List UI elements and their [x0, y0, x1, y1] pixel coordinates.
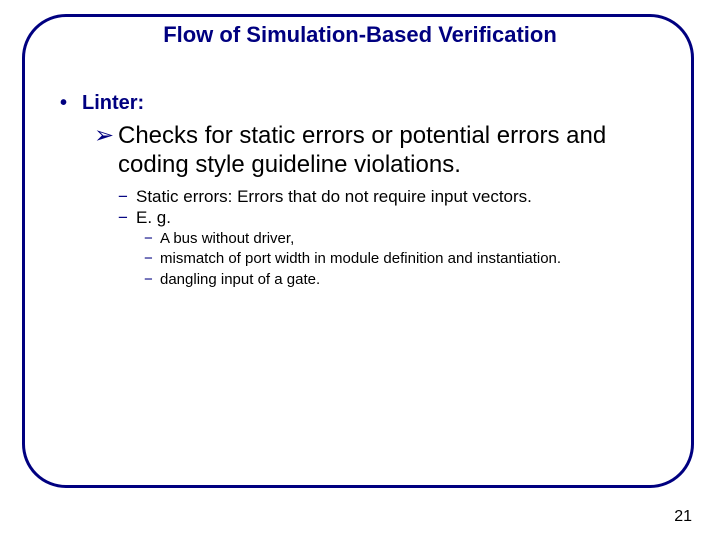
bullet-text: Static errors: Errors that do not requir…	[136, 186, 676, 208]
dash-icon: −	[118, 207, 136, 229]
bullet-port-mismatch: −mismatch of port width in module defini…	[144, 249, 680, 269]
bullet-text: mismatch of port width in module definit…	[160, 249, 680, 269]
bullet-checks: ➢Checks for static errors or potential e…	[94, 121, 680, 180]
dash-icon: −	[144, 270, 160, 290]
bullet-dangling-input: −dangling input of a gate.	[144, 270, 680, 290]
dash-icon: −	[118, 186, 136, 208]
bullet-linter: •Linter:	[60, 92, 680, 115]
bullet-text: Checks for static errors or potential er…	[118, 121, 658, 180]
slide-content: •Linter: ➢Checks for static errors or po…	[60, 92, 680, 290]
bullet-static-errors: −Static errors: Errors that do not requi…	[118, 186, 680, 208]
arrow-icon: ➢	[94, 121, 118, 150]
bullet-text: A bus without driver,	[160, 229, 680, 249]
bullet-text: E. g.	[136, 207, 676, 229]
bullet-eg: −E. g.	[118, 207, 680, 229]
dash-icon: −	[144, 229, 160, 249]
slide-title: Flow of Simulation-Based Verification	[0, 22, 720, 48]
page-number: 21	[674, 508, 692, 526]
bullet-text: dangling input of a gate.	[160, 270, 680, 290]
bullet-text: Linter:	[82, 92, 144, 114]
dash-icon: −	[144, 249, 160, 269]
bullet-marker: •	[60, 92, 82, 115]
bullet-bus-no-driver: −A bus without driver,	[144, 229, 680, 249]
